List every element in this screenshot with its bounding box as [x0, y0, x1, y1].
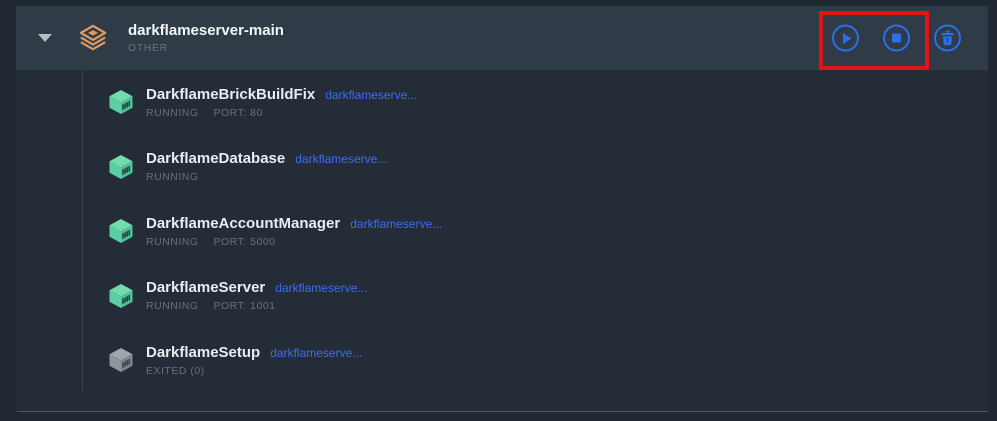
- container-port: PORT: 1001: [214, 300, 276, 312]
- stop-icon: [892, 34, 901, 43]
- container-port: PORT: 5000: [214, 236, 276, 248]
- container-cube-icon: [107, 218, 135, 244]
- container-info: DarkflameSetup darkflameserve... EXITED …: [146, 344, 362, 377]
- stack-panel: darkflameserver-main OTHER: [16, 6, 988, 412]
- container-port: PORT: 80: [214, 107, 263, 119]
- container-image-link[interactable]: darkflameserve...: [325, 88, 417, 102]
- stack-titles: darkflameserver-main OTHER: [128, 22, 284, 54]
- container-info: DarkflameServer darkflameserve... RUNNIN…: [146, 279, 367, 312]
- chevron-down-icon[interactable]: [38, 34, 52, 42]
- stop-button[interactable]: [883, 25, 910, 52]
- container-name: DarkflameServer: [146, 279, 265, 297]
- container-image-link[interactable]: darkflameserve...: [295, 152, 387, 166]
- container-info: DarkflameBrickBuildFix darkflameserve...…: [146, 86, 417, 119]
- layers-icon: [78, 24, 108, 52]
- container-row[interactable]: DarkflameBrickBuildFix darkflameserve...…: [16, 70, 988, 135]
- delete-button[interactable]: [934, 25, 961, 52]
- container-list: DarkflameBrickBuildFix darkflameserve...…: [16, 70, 988, 393]
- stack-actions: [832, 25, 961, 52]
- container-cube-icon: [107, 347, 135, 373]
- container-status: RUNNING: [146, 107, 199, 119]
- container-row[interactable]: DarkflameAccountManager darkflameserve..…: [16, 199, 988, 264]
- container-status: RUNNING: [146, 300, 199, 312]
- container-image-link[interactable]: darkflameserve...: [275, 281, 367, 295]
- play-icon: [842, 32, 852, 44]
- container-image-link[interactable]: darkflameserve...: [350, 217, 442, 231]
- container-row[interactable]: DarkflameServer darkflameserve... RUNNIN…: [16, 264, 988, 329]
- container-row[interactable]: DarkflameDatabase darkflameserve... RUNN…: [16, 135, 988, 200]
- bottom-divider: [17, 411, 988, 412]
- container-status: RUNNING: [146, 171, 199, 183]
- container-name: DarkflameAccountManager: [146, 215, 340, 233]
- container-row[interactable]: DarkflameSetup darkflameserve... EXITED …: [16, 328, 988, 393]
- container-cube-icon: [107, 283, 135, 309]
- docker-stack-page: darkflameserver-main OTHER: [0, 0, 997, 421]
- trash-icon: [941, 31, 954, 46]
- start-button[interactable]: [832, 25, 859, 52]
- container-image-link[interactable]: darkflameserve...: [270, 346, 362, 360]
- container-info: DarkflameDatabase darkflameserve... RUNN…: [146, 150, 387, 183]
- container-info: DarkflameAccountManager darkflameserve..…: [146, 215, 442, 248]
- stack-subtitle: OTHER: [128, 43, 284, 54]
- container-cube-icon: [107, 89, 135, 115]
- container-name: DarkflameBrickBuildFix: [146, 86, 315, 104]
- stack-header-row[interactable]: darkflameserver-main OTHER: [16, 6, 988, 70]
- container-name: DarkflameSetup: [146, 344, 260, 362]
- container-status: EXITED (0): [146, 365, 205, 377]
- container-cube-icon: [107, 154, 135, 180]
- stack-title: darkflameserver-main: [128, 22, 284, 40]
- container-status: RUNNING: [146, 236, 199, 248]
- container-name: DarkflameDatabase: [146, 150, 285, 168]
